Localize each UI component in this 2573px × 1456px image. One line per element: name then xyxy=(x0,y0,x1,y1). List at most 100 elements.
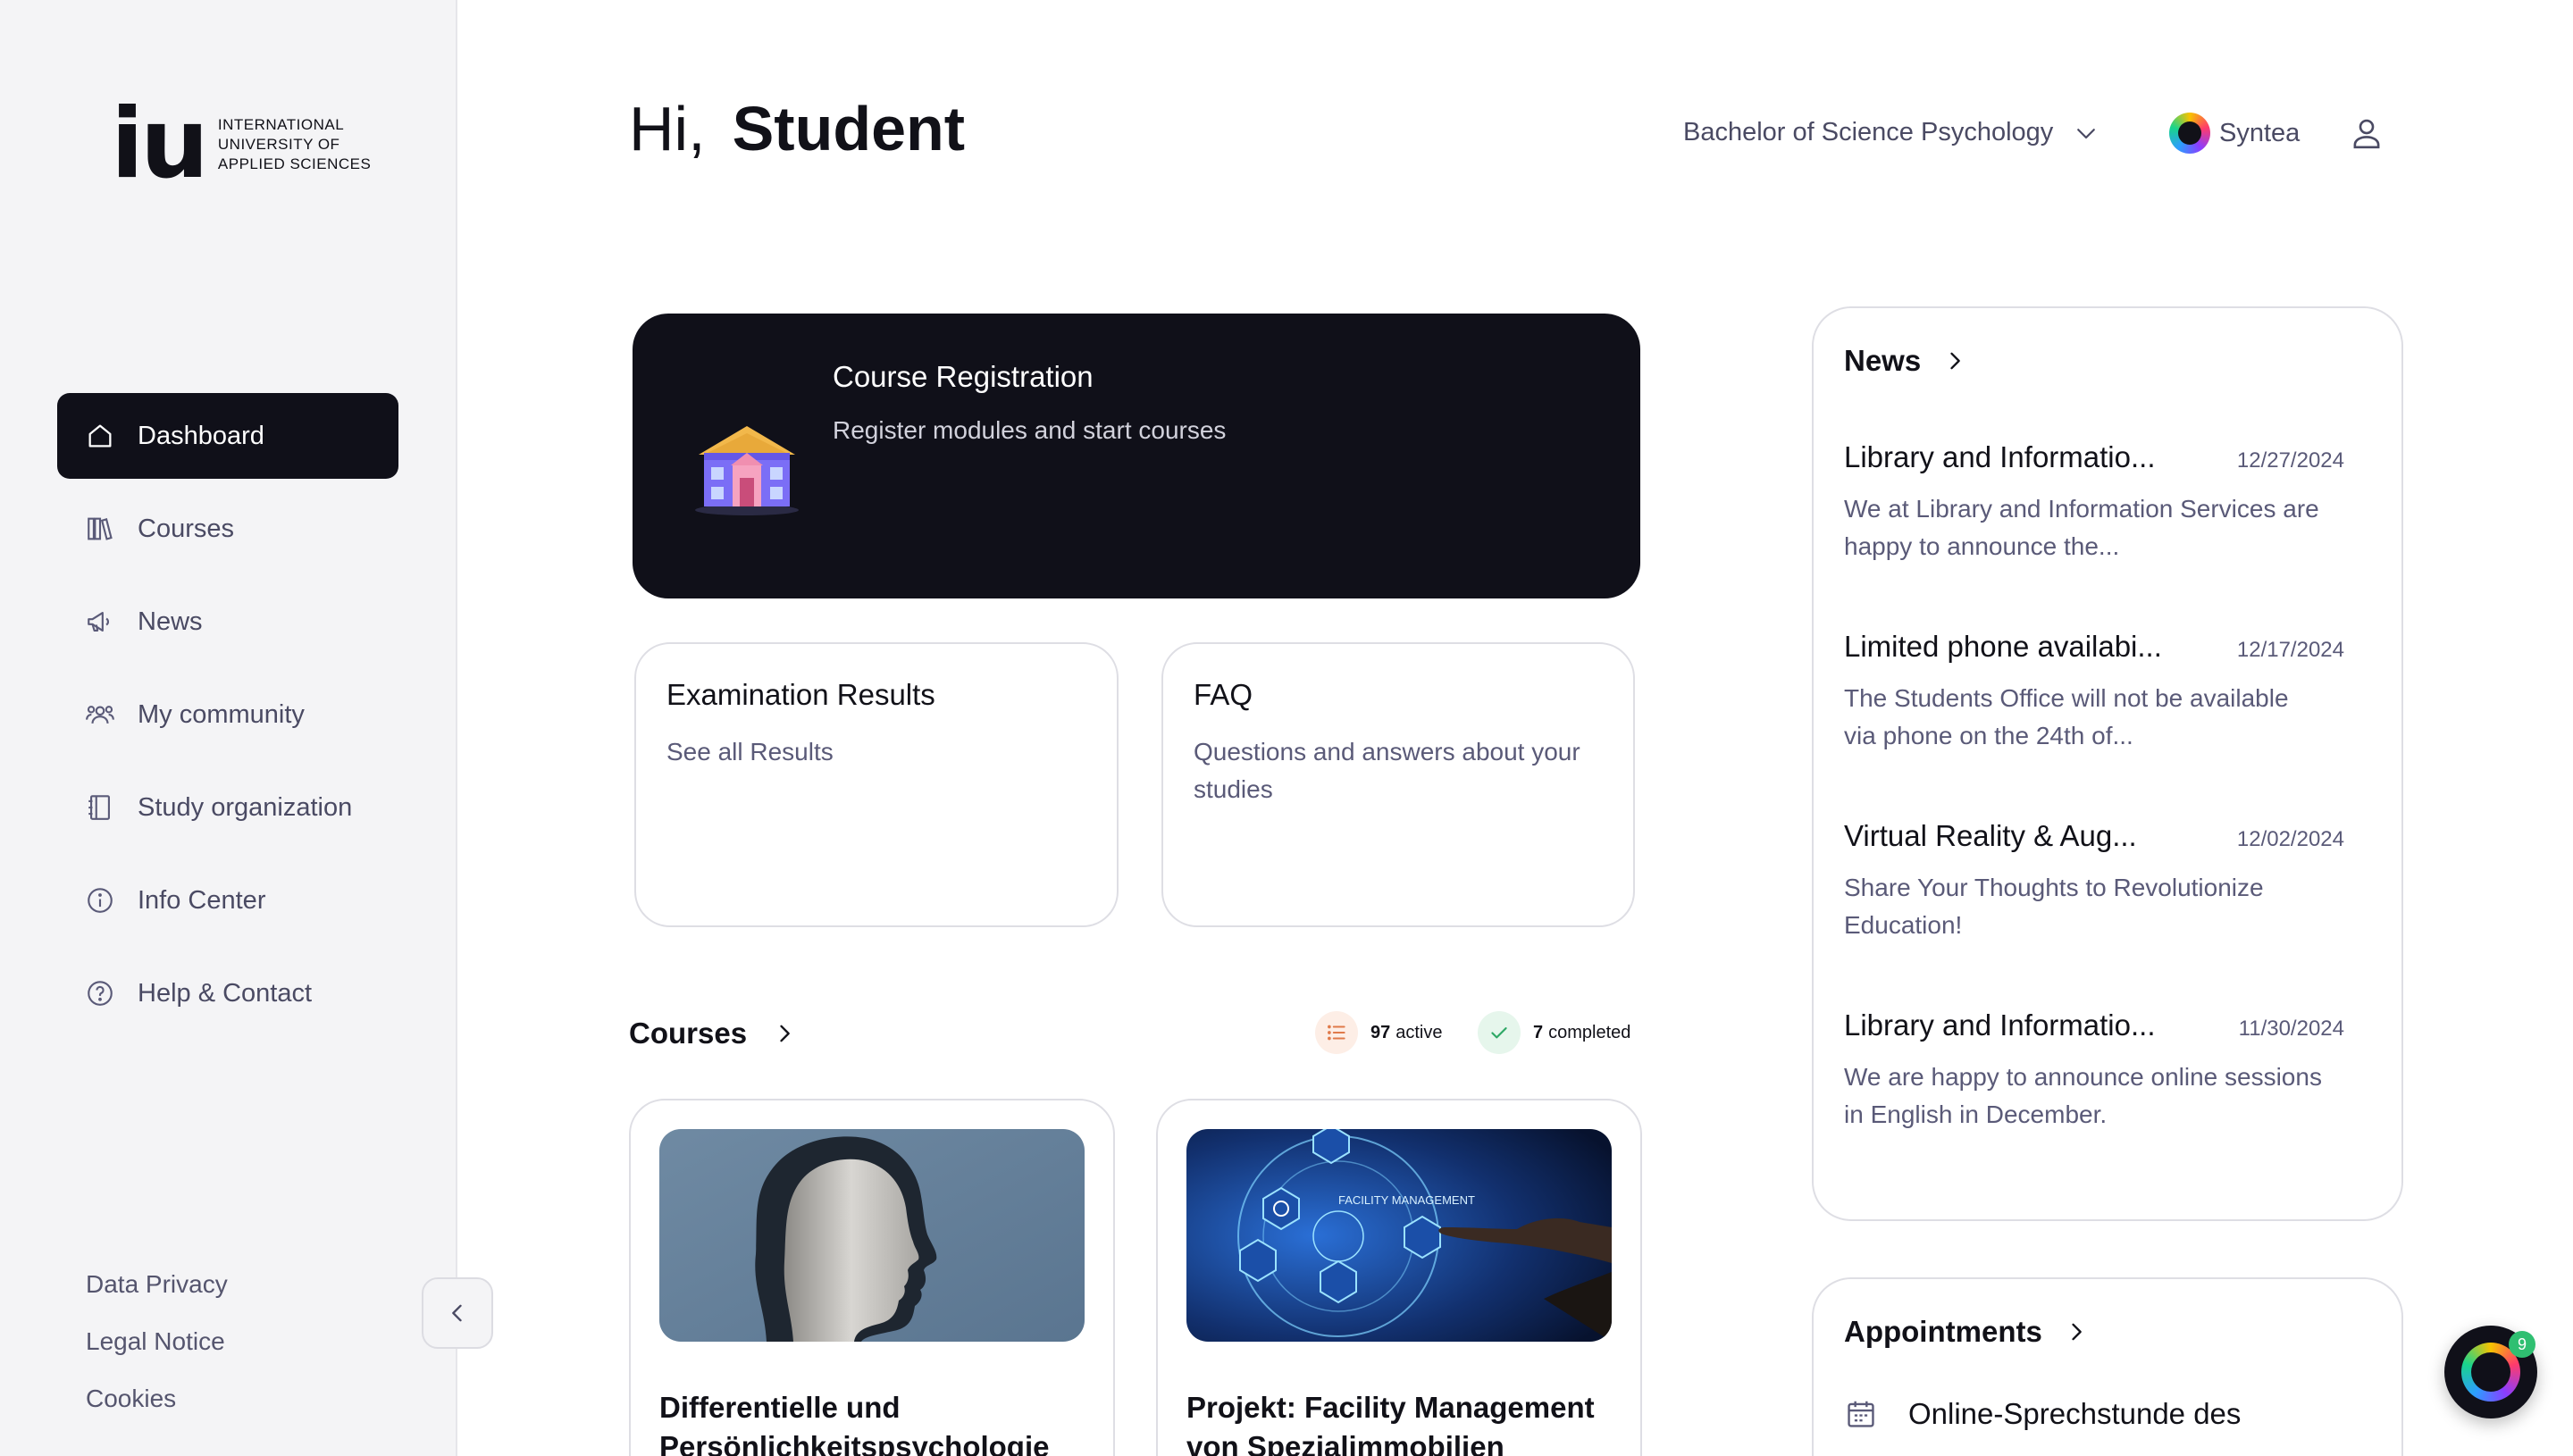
course-registration-card[interactable]: Course Registration Register modules and… xyxy=(633,314,1640,598)
course-registration-subtitle: Register modules and start courses xyxy=(833,416,1227,444)
sidebar-item-courses[interactable]: Courses xyxy=(57,486,398,572)
news-item-title: Library and Informatio... xyxy=(1844,440,2156,473)
logo-mark: iu xyxy=(111,88,209,200)
page-greeting: Hi, Student xyxy=(629,93,965,164)
notification-badge: 9 xyxy=(2509,1331,2535,1358)
user-profile-button[interactable] xyxy=(2348,114,2385,152)
sidebar-item-dashboard[interactable]: Dashboard xyxy=(57,393,398,479)
home-icon xyxy=(84,420,116,452)
books-icon xyxy=(84,513,116,545)
sidebar-item-label: News xyxy=(138,607,203,636)
course-card[interactable]: FACILITY MANAGEMENT Projekt: Facility Ma… xyxy=(1156,1099,1642,1456)
news-item-title: Limited phone availabi... xyxy=(1844,630,2162,663)
sidebar-item-label: Courses xyxy=(138,514,234,543)
info-icon xyxy=(84,884,116,916)
check-icon xyxy=(1478,1011,1521,1054)
news-item-summary: We at Library and Information Services a… xyxy=(1844,495,2319,560)
news-item-date: 12/17/2024 xyxy=(2236,638,2344,662)
student-name: Student xyxy=(732,94,966,163)
syntea-assistant-button[interactable]: Syntea xyxy=(2169,113,2300,154)
calendar-icon xyxy=(1848,1401,1874,1427)
sidebar-item-news[interactable]: News xyxy=(57,579,398,665)
completed-count: 7 xyxy=(1533,1022,1544,1042)
news-item-date: 11/30/2024 xyxy=(2238,1017,2344,1041)
faq-title: FAQ xyxy=(1194,678,1253,711)
faq-card[interactable]: FAQ Questions and answers about your stu… xyxy=(1161,642,1635,927)
course-card[interactable]: Differentielle und Persönlichkeitspsycho… xyxy=(629,1099,1115,1456)
school-building-icon xyxy=(695,426,799,515)
courses-section-title: Courses xyxy=(629,1017,748,1050)
course-title: Projekt: Facility Management von Spezial… xyxy=(1186,1391,1595,1456)
news-item[interactable]: Virtual Reality & Aug... 12/02/2024 Shar… xyxy=(1844,819,2344,944)
courses-section-link[interactable]: Courses xyxy=(629,1017,797,1050)
facility-management-image: FACILITY MANAGEMENT xyxy=(1186,1129,1612,1342)
news-section-link[interactable]: News xyxy=(1844,344,1967,378)
news-item-summary: The Students Office will not be availabl… xyxy=(1844,684,2289,749)
examination-results-link: See all Results xyxy=(666,738,834,766)
appointments-panel: Appointments Online-Sprechstunde des xyxy=(1812,1277,2403,1456)
collapse-sidebar-button[interactable] xyxy=(422,1277,493,1349)
sidebar-item-label: My community xyxy=(138,699,305,729)
iu-logo[interactable]: iu INTERNATIONAL UNIVERSITY OF APPLIED S… xyxy=(111,96,371,193)
course-registration-title: Course Registration xyxy=(833,360,1094,393)
course-title: Differentielle und Persönlichkeitspsycho… xyxy=(659,1391,1050,1456)
appointments-section-title: Appointments xyxy=(1844,1315,2042,1348)
chevron-down-icon xyxy=(2077,128,2096,138)
completed-label: completed xyxy=(1548,1022,1631,1042)
user-icon xyxy=(2353,119,2380,149)
news-item[interactable]: Limited phone availabi... 12/17/2024 The… xyxy=(1844,630,2344,755)
chevron-left-icon xyxy=(452,1304,462,1322)
chevron-right-icon xyxy=(2072,1323,2082,1341)
news-item[interactable]: Library and Informatio... 12/27/2024 We … xyxy=(1844,440,2344,565)
logo-text: INTERNATIONAL UNIVERSITY OF APPLIED SCIE… xyxy=(218,115,371,174)
news-item-date: 12/27/2024 xyxy=(2236,448,2344,473)
cookies-link[interactable]: Cookies xyxy=(86,1381,228,1438)
sidebar-nav: Dashboard Courses News My community Stud… xyxy=(57,393,398,1043)
sidebar-footer-links: Data Privacy Legal Notice Cookies xyxy=(86,1267,228,1438)
program-label: Bachelor of Science Psychology xyxy=(1683,118,2054,146)
legal-notice-link[interactable]: Legal Notice xyxy=(86,1324,228,1381)
news-item[interactable]: Library and Informatio... 11/30/2024 We … xyxy=(1844,1008,2344,1134)
news-item-title: Virtual Reality & Aug... xyxy=(1844,819,2137,852)
sidebar-item-label: Help & Contact xyxy=(138,978,313,1008)
megaphone-icon xyxy=(84,606,116,638)
chevron-right-icon xyxy=(1950,352,1961,370)
syntea-label: Syntea xyxy=(2219,118,2301,147)
sidebar-item-info-center[interactable]: Info Center xyxy=(57,858,398,943)
news-section-title: News xyxy=(1844,344,1922,377)
sidebar: iu INTERNATIONAL UNIVERSITY OF APPLIED S… xyxy=(0,0,457,1456)
news-item-summary: Share Your Thoughts to Revolutionize Edu… xyxy=(1844,874,2264,939)
sidebar-item-help-contact[interactable]: Help & Contact xyxy=(57,950,398,1036)
news-panel: News Library and Informatio... 12/27/202… xyxy=(1812,306,2403,1221)
notebook-icon xyxy=(84,791,116,824)
logo-line-2: UNIVERSITY OF xyxy=(217,136,340,153)
syntea-logo-icon xyxy=(2169,113,2210,154)
sidebar-item-my-community[interactable]: My community xyxy=(57,672,398,757)
data-privacy-link[interactable]: Data Privacy xyxy=(86,1267,228,1324)
news-item-date: 12/02/2024 xyxy=(2236,827,2344,851)
logo-line-1: INTERNATIONAL xyxy=(217,116,345,133)
logo-line-3: APPLIED SCIENCES xyxy=(217,155,372,172)
active-courses-stat: 97 active xyxy=(1315,1011,1443,1054)
community-icon xyxy=(84,699,116,731)
examination-results-card[interactable]: Examination Results See all Results xyxy=(634,642,1119,927)
active-label: active xyxy=(1395,1022,1443,1042)
appointments-section-link[interactable]: Appointments xyxy=(1844,1315,2089,1349)
program-selector[interactable]: Bachelor of Science Psychology xyxy=(1683,118,2099,147)
faq-subtitle: Questions and answers about your studies xyxy=(1194,738,1580,803)
list-icon xyxy=(1315,1011,1358,1054)
sidebar-item-label: Dashboard xyxy=(138,421,264,450)
sidebar-item-label: Info Center xyxy=(138,885,266,915)
news-item-summary: We are happy to announce online sessions… xyxy=(1844,1063,2322,1128)
help-icon xyxy=(84,977,116,1009)
examination-results-title: Examination Results xyxy=(666,678,935,711)
active-count: 97 xyxy=(1370,1022,1391,1042)
completed-courses-stat: 7 completed xyxy=(1478,1011,1630,1054)
greeting-hi: Hi, xyxy=(629,94,706,163)
head-silhouette-image xyxy=(659,1129,1085,1342)
sidebar-item-study-organization[interactable]: Study organization xyxy=(57,765,398,850)
chevron-right-icon xyxy=(780,1025,790,1042)
appointment-title: Online-Sprechstunde des xyxy=(1908,1397,2242,1430)
appointment-item[interactable]: Online-Sprechstunde des xyxy=(1844,1397,2241,1431)
facility-management-image-caption: FACILITY MANAGEMENT xyxy=(1338,1193,1475,1207)
